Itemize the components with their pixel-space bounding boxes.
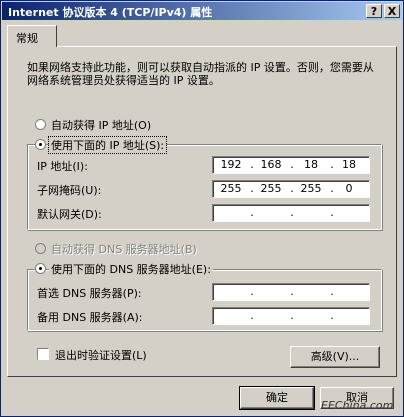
manual-dns-radio[interactable] xyxy=(35,263,46,274)
title-bar[interactable]: Internet 协议版本 4 (TCP/IPv4) 属性 ? X xyxy=(2,2,402,20)
alternate-dns-label: 备用 DNS 服务器(A): xyxy=(37,311,143,324)
tab-general-label: 常规 xyxy=(16,32,38,45)
ip-address-input[interactable]: 192. 168. 18. 18 xyxy=(212,156,370,174)
ok-button[interactable]: 确定 xyxy=(239,386,315,410)
auto-ip-radio[interactable] xyxy=(35,119,46,130)
advanced-button[interactable]: 高级(V)... xyxy=(290,346,380,368)
preferred-dns-label: 首选 DNS 服务器(P): xyxy=(37,287,142,300)
close-button[interactable]: X xyxy=(384,4,400,18)
validate-checkbox[interactable] xyxy=(37,348,49,360)
subnet-mask-label: 子网掩码(U): xyxy=(37,184,102,197)
default-gateway-input[interactable]: ... xyxy=(212,204,370,222)
description-text: 如果网络支持此功能，则可以获取自动指派的 IP 设置。否则，您需要从网络系统管理… xyxy=(27,61,374,87)
auto-ip-label[interactable]: 自动获得 IP 地址(O) xyxy=(51,117,151,133)
window-title: Internet 协议版本 4 (TCP/IPv4) 属性 xyxy=(8,6,213,19)
dialog-window: Internet 协议版本 4 (TCP/IPv4) 属性 ? X 常规 如果网… xyxy=(0,0,404,417)
watermark-text: EEChina.com xyxy=(321,399,394,412)
default-gateway-label: 默认网关(D): xyxy=(37,208,102,221)
manual-ip-radio[interactable] xyxy=(35,139,46,150)
subnet-mask-input[interactable]: 255. 255. 255. 0 xyxy=(212,180,370,198)
ip-address-label: IP 地址(I): xyxy=(37,160,88,173)
manual-ip-label[interactable]: 使用下面的 IP 地址(S): xyxy=(47,136,168,154)
auto-dns-label[interactable]: 自动获得 DNS 服务器地址(B) xyxy=(51,241,197,257)
auto-dns-radio[interactable] xyxy=(35,243,46,254)
manual-dns-label[interactable]: 使用下面的 DNS 服务器地址(E): xyxy=(49,261,213,277)
validate-label[interactable]: 退出时验证设置(L) xyxy=(55,347,147,363)
help-button[interactable]: ? xyxy=(366,4,382,18)
tab-general[interactable]: 常规 xyxy=(7,25,57,47)
preferred-dns-input[interactable]: ... xyxy=(212,283,370,301)
alternate-dns-input[interactable]: ... xyxy=(212,307,370,325)
